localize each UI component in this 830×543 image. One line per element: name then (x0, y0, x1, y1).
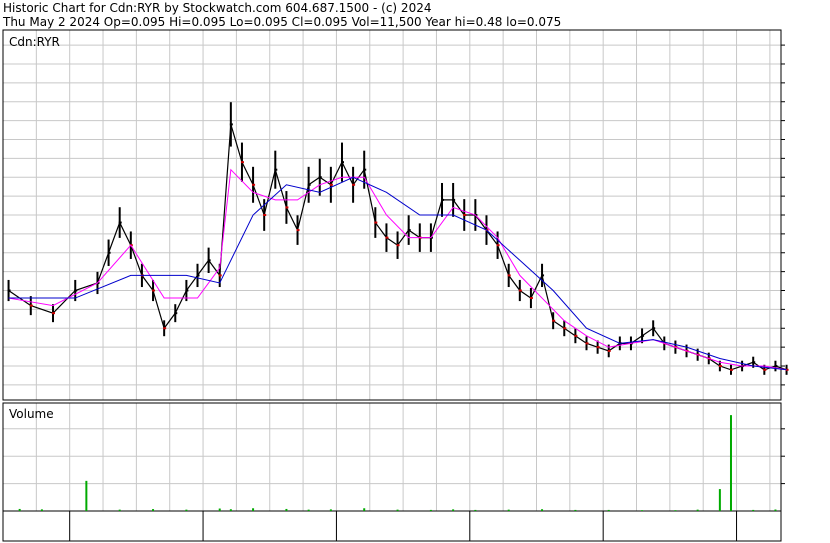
close-tick (274, 168, 278, 171)
close-tick (329, 183, 333, 186)
close-tick (185, 289, 189, 292)
close-tick (74, 289, 78, 292)
close-tick (107, 251, 111, 254)
close-tick (596, 346, 600, 349)
close-tick (218, 274, 222, 277)
close-tick (574, 334, 578, 337)
close-tick (196, 274, 200, 277)
close-tick (763, 368, 767, 371)
close-tick (52, 312, 56, 315)
close-tick (7, 289, 11, 292)
close-tick (229, 123, 233, 126)
close-tick (496, 244, 500, 247)
grid-lines (2, 30, 781, 511)
close-tick (296, 229, 300, 232)
close-tick (174, 312, 178, 315)
close-tick (652, 327, 656, 330)
time-axis-frame (2, 510, 782, 542)
volume-axis (781, 428, 785, 485)
close-tick (407, 229, 411, 232)
close-tick (163, 327, 167, 330)
volume-panel-frame (2, 402, 782, 512)
close-tick (318, 176, 322, 179)
close-tick (118, 221, 122, 224)
close-tick (352, 183, 356, 186)
close-tick (396, 244, 400, 247)
close-tick (385, 236, 389, 239)
close-tick (240, 161, 244, 164)
close-tick (363, 168, 367, 171)
close-tick (207, 259, 211, 262)
panel-frames (2, 29, 782, 542)
close-tick (718, 365, 722, 368)
close-tick (452, 198, 456, 201)
close-tick (585, 342, 589, 345)
close-tick (752, 361, 756, 364)
close-tick (729, 368, 733, 371)
close-tick (529, 297, 533, 300)
price-panel (7, 102, 789, 375)
volume-panel (18, 415, 777, 511)
close-tick (374, 221, 378, 224)
close-tick (252, 183, 256, 186)
close-tick (285, 206, 289, 209)
close-tick (518, 289, 522, 292)
volume-panel-title: Volume (9, 407, 54, 421)
close-tick (641, 334, 645, 337)
close-tick (340, 161, 344, 164)
close-tick (563, 327, 567, 330)
close-tick (263, 214, 267, 216)
symbol-label: Cdn:RYR (9, 35, 60, 49)
close-tick (507, 274, 511, 277)
close-tick (774, 365, 778, 368)
price-axis (781, 44, 785, 386)
close-tick (607, 349, 611, 352)
close-tick (441, 198, 445, 201)
close-tick (552, 319, 556, 322)
historic-chart: Cdn:RYR Volume (2, 29, 789, 542)
time-axis (69, 511, 738, 541)
close-tick (307, 183, 311, 186)
close-tick (152, 289, 156, 292)
close-tick (541, 274, 545, 277)
close-tick (29, 304, 33, 307)
close-tick (463, 214, 467, 216)
